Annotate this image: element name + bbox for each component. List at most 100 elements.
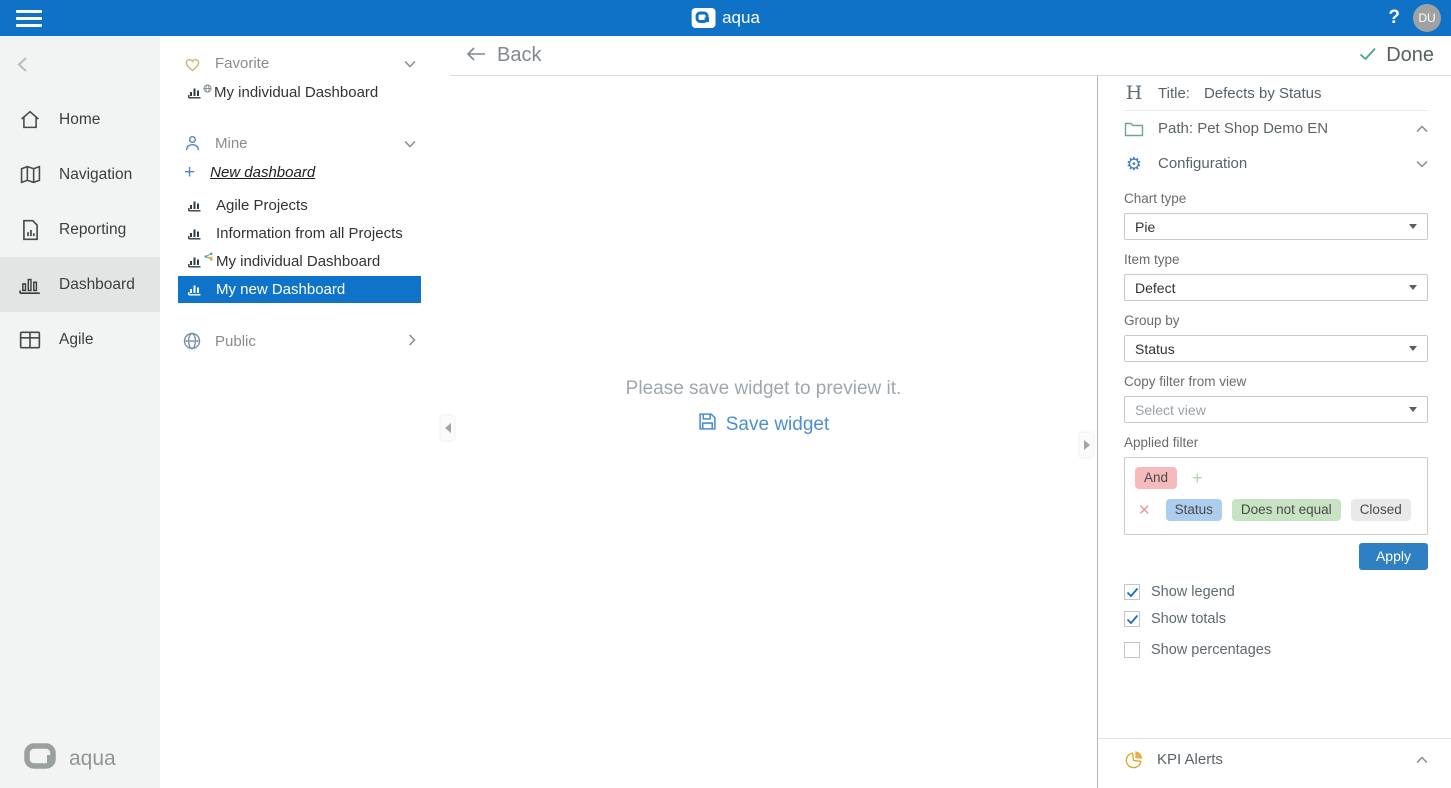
section-label: Public — [215, 333, 256, 350]
mini-bar-chart-icon — [188, 226, 204, 241]
caret-down-icon — [1409, 407, 1417, 412]
mine-section-header[interactable]: Mine — [160, 128, 430, 158]
gear-icon: ⚙ — [1124, 155, 1144, 173]
chevron-up-icon[interactable] — [1416, 120, 1428, 137]
footer-brand-name: aqua — [69, 747, 116, 771]
title-label: Title: — [1158, 85, 1190, 102]
show-legend-checkbox[interactable] — [1124, 584, 1140, 600]
dashboard-item-label: My new Dashboard — [216, 281, 345, 298]
title-row[interactable]: H Title: Defects by Status — [1124, 76, 1428, 111]
mini-bar-chart-icon — [188, 198, 204, 213]
show-percentages-checkbox[interactable] — [1124, 642, 1140, 658]
heading-icon: H — [1124, 82, 1144, 104]
save-widget-label: Save widget — [726, 414, 830, 436]
condition-operator-pill[interactable]: Does not equal — [1232, 499, 1341, 521]
chart-type-field: Chart type Pie — [1124, 191, 1428, 240]
applied-filter-box: And + ✕ Status Does not equal Closed — [1124, 457, 1428, 535]
condition-value-pill[interactable]: Closed — [1351, 499, 1411, 521]
shell: Home Navigation Reporting — [0, 36, 1451, 788]
report-document-icon — [18, 219, 42, 241]
caret-down-icon — [1409, 346, 1417, 351]
topbar-actions: ? DU — [1388, 4, 1441, 32]
collapse-right-handle[interactable] — [1080, 433, 1093, 457]
check-icon — [1359, 44, 1377, 67]
apply-button[interactable]: Apply — [1359, 543, 1428, 570]
widget-properties-panel: H Title: Defects by Status Path: Pet Sho… — [1097, 76, 1451, 788]
editor-header: Back Done — [450, 36, 1451, 76]
dashboard-item-label: My individual Dashboard — [216, 253, 380, 270]
preview-message: Please save widget to preview it. — [430, 378, 1097, 400]
public-section-header[interactable]: Public — [160, 326, 430, 356]
filter-condition-row: ✕ Status Does not equal Closed — [1135, 499, 1417, 521]
condition-field-pill[interactable]: Status — [1166, 499, 1222, 521]
copy-filter-select[interactable]: Select view — [1124, 396, 1428, 423]
title-value[interactable]: Defects by Status — [1204, 85, 1322, 102]
chevron-up-icon[interactable] — [1416, 751, 1428, 768]
sidebar-item-navigation[interactable]: Navigation — [0, 147, 160, 202]
sidebar-item-dashboard[interactable]: Dashboard — [0, 257, 160, 312]
group-by-field: Group by Status — [1124, 313, 1428, 362]
path-label: Path: Pet Shop Demo EN — [1158, 120, 1328, 137]
chevron-down-icon[interactable] — [1416, 155, 1428, 172]
section-label: Favorite — [215, 55, 269, 72]
remove-condition-icon[interactable]: ✕ — [1138, 501, 1151, 519]
back-button[interactable]: Back — [466, 44, 541, 67]
tree-item-my-individual-dashboard[interactable]: ♥ My individual Dashboard — [178, 248, 421, 275]
configuration-label: Configuration — [1158, 155, 1247, 172]
sidebar-collapse-icon[interactable] — [0, 36, 160, 82]
path-row[interactable]: Path: Pet Shop Demo EN — [1124, 111, 1428, 146]
triangle-right-icon — [1084, 440, 1090, 450]
done-button[interactable]: Done — [1359, 44, 1434, 67]
kpi-alerts-section: KPI Alerts — [1098, 738, 1451, 776]
tree-item-information-from-all-projects[interactable]: Information from all Projects — [178, 220, 421, 247]
configuration-row[interactable]: ⚙ Configuration — [1124, 146, 1428, 181]
pie-chart-icon — [1124, 749, 1144, 770]
sidebar-item-label: Dashboard — [59, 276, 135, 294]
applied-filter-label: Applied filter — [1124, 435, 1428, 450]
group-by-select[interactable]: Status — [1124, 335, 1428, 362]
globe-icon — [182, 332, 202, 350]
caret-down-icon — [1409, 285, 1417, 290]
add-condition-icon[interactable]: + — [1192, 469, 1203, 487]
tree-item-agile-projects[interactable]: Agile Projects — [178, 192, 421, 219]
show-legend-label: Show legend — [1151, 584, 1235, 600]
editor-body: Please save widget to preview it. Save w… — [430, 76, 1451, 788]
preview-message-block: Please save widget to preview it. Save w… — [430, 378, 1097, 437]
show-percentages-option[interactable]: Show percentages — [1124, 642, 1428, 658]
sidebar-item-home[interactable]: Home — [0, 92, 160, 147]
favorite-dashboard-item[interactable]: My individual Dashboard — [160, 78, 430, 106]
show-totals-option[interactable]: Show totals — [1124, 611, 1428, 627]
mini-bar-chart-icon — [188, 85, 204, 100]
chevron-down-icon — [404, 55, 416, 72]
sidebar-item-reporting[interactable]: Reporting — [0, 202, 160, 257]
help-icon[interactable]: ? — [1388, 7, 1400, 29]
chart-type-label: Chart type — [1124, 191, 1428, 206]
aqua-logo-icon — [691, 8, 715, 28]
back-label: Back — [497, 44, 541, 67]
chart-type-select[interactable]: Pie — [1124, 213, 1428, 240]
favorite-section-header[interactable]: Favorite — [160, 48, 430, 78]
menu-icon[interactable] — [16, 10, 42, 27]
avatar[interactable]: DU — [1413, 4, 1441, 32]
copy-filter-field: Copy filter from view Select view — [1124, 374, 1428, 423]
chevron-right-icon — [408, 333, 416, 350]
brand-name: aqua — [722, 8, 760, 28]
caret-down-icon — [1409, 224, 1417, 229]
app-root: aqua ? DU Home — [0, 0, 1451, 788]
heart-badge-icon: ♥ — [208, 255, 213, 263]
show-legend-option[interactable]: Show legend — [1124, 584, 1428, 600]
save-widget-button[interactable]: Save widget — [698, 412, 830, 437]
sidebar-item-agile[interactable]: Agile — [0, 312, 160, 367]
filter-operator-pill[interactable]: And — [1135, 467, 1177, 489]
kpi-alerts-row[interactable]: KPI Alerts — [1124, 742, 1428, 776]
applied-filter-field: Applied filter And + ✕ Status Does not e… — [1124, 435, 1428, 570]
sidebar-item-label: Navigation — [59, 166, 132, 184]
item-type-select[interactable]: Defect — [1124, 274, 1428, 301]
tree-item-my-new-dashboard[interactable]: My new Dashboard — [178, 276, 421, 303]
new-dashboard-button[interactable]: + New dashboard — [160, 158, 430, 186]
chart-type-value: Pie — [1135, 219, 1155, 235]
sidebar-item-label: Reporting — [59, 221, 126, 239]
item-type-field: Item type Defect — [1124, 252, 1428, 301]
show-totals-checkbox[interactable] — [1124, 611, 1140, 627]
folder-icon — [1124, 121, 1144, 137]
